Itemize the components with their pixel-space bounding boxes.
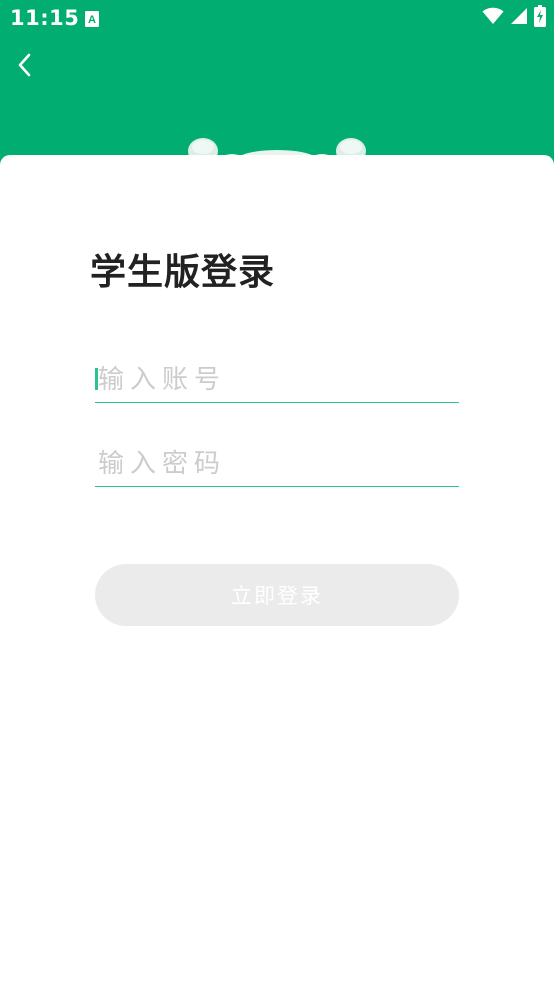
password-input[interactable] xyxy=(95,442,459,486)
page-title: 学生版登录 xyxy=(90,252,276,293)
status-bar: 11:15 A xyxy=(0,0,554,38)
account-field[interactable] xyxy=(95,358,459,403)
text-cursor xyxy=(95,368,98,390)
chevron-left-icon xyxy=(10,53,40,86)
status-icons xyxy=(482,5,546,31)
login-button[interactable]: 立即登录 xyxy=(95,564,459,626)
battery-charging-icon xyxy=(534,5,546,31)
signal-icon xyxy=(510,7,528,29)
password-field[interactable] xyxy=(95,442,459,487)
svg-text:A: A xyxy=(88,14,96,26)
account-input[interactable] xyxy=(95,358,459,402)
text-a-icon: A xyxy=(84,10,100,28)
back-button[interactable] xyxy=(10,48,40,82)
wifi-icon xyxy=(482,7,504,29)
status-time: 11:15 xyxy=(10,6,80,30)
